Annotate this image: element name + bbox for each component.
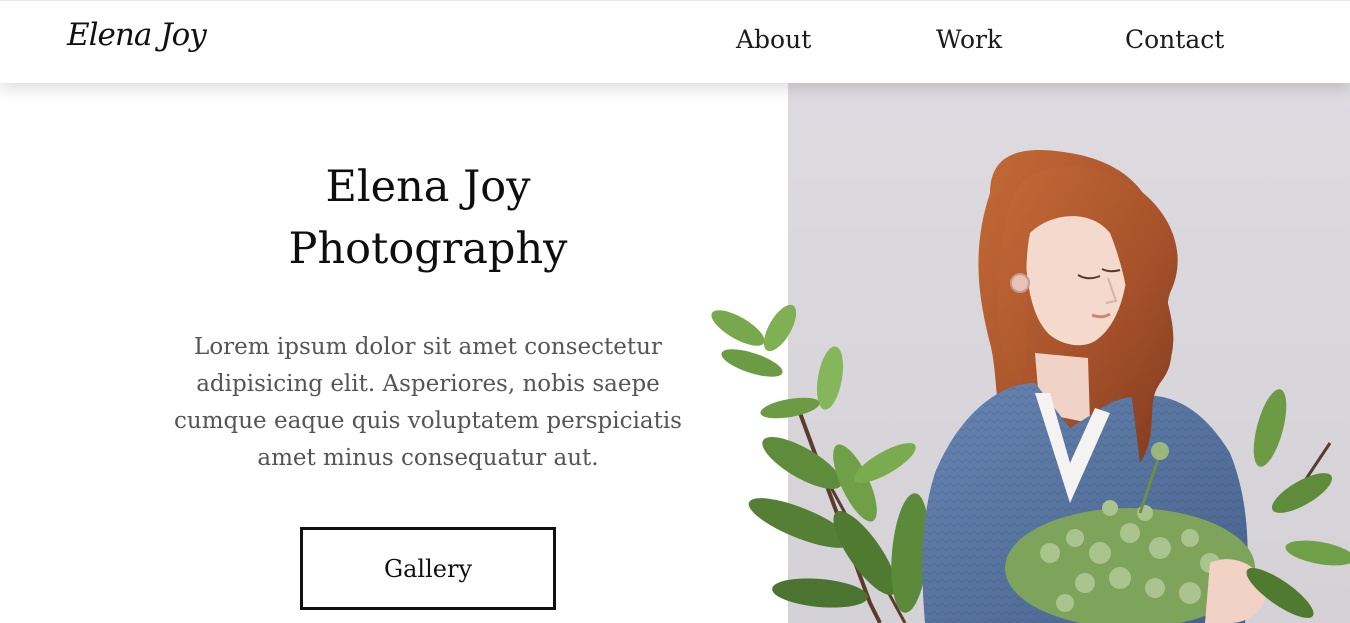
- nav-link-work[interactable]: Work: [936, 25, 1002, 55]
- gallery-button-label: Gallery: [383, 554, 473, 583]
- hero-description: Lorem ipsum dolor sit amet consectetur a…: [174, 334, 682, 471]
- gallery-button[interactable]: Gallery: [300, 527, 556, 610]
- site-header: Elena Joy About Work Contact: [0, 0, 1350, 83]
- hero-title: Elena Joy Photography: [228, 156, 628, 280]
- hero-title-line-1: Elena Joy: [325, 162, 531, 212]
- page: Elena Joy About Work Contact Elena Joy P…: [0, 0, 1350, 623]
- nav-link-contact[interactable]: Contact: [1125, 25, 1224, 55]
- logo[interactable]: Elena Joy: [67, 17, 207, 54]
- nav-link-about[interactable]: About: [736, 25, 811, 55]
- hero-photo: [690, 83, 1350, 623]
- hero-title-line-2: Photography: [288, 224, 568, 274]
